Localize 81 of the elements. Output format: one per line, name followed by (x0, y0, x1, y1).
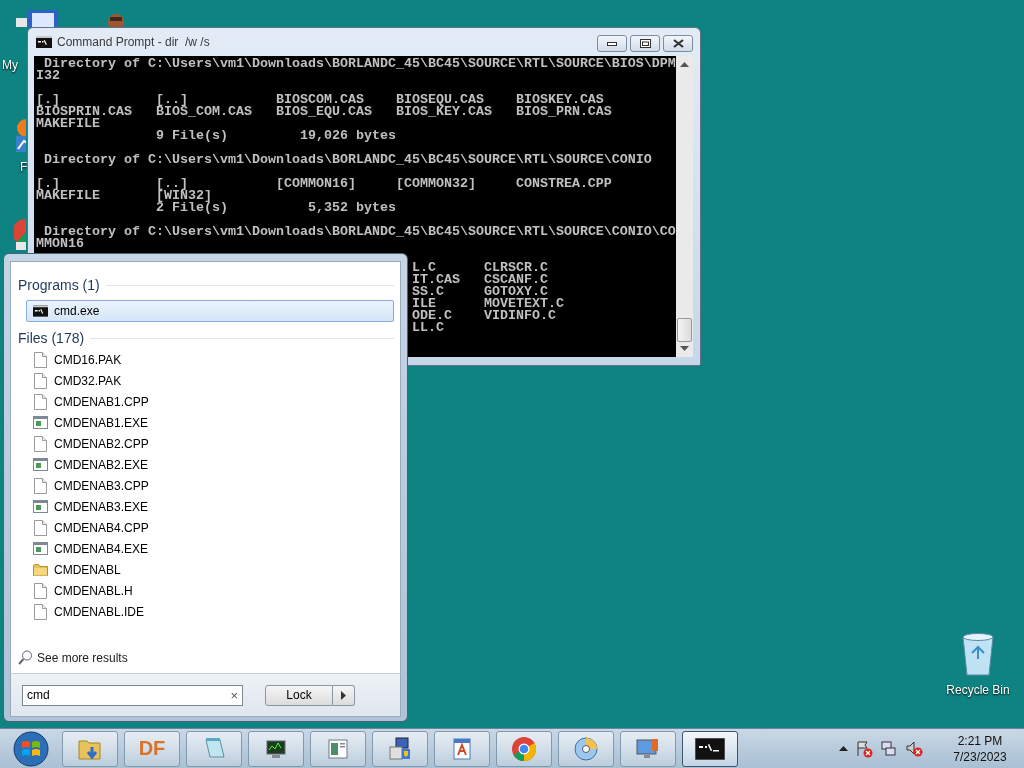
console-text: LL.C (411, 320, 444, 335)
console-text: ODE.C VIDINFO.C (411, 308, 556, 323)
computer-icon[interactable] (14, 8, 60, 27)
console-text: Directory of C:\Users\vm1\Downloads\BORLANDC_45\BC45\SOURCE\RTL\SOURCE\CONIO\CO (44, 224, 676, 239)
search-icon (18, 650, 32, 665)
maximize-button[interactable] (630, 35, 660, 52)
program-window-icon (33, 458, 48, 471)
program-window-icon (33, 416, 48, 429)
icon-label[interactable]: Recycle Bin (946, 683, 1010, 697)
show-hidden-icon[interactable] (839, 746, 848, 751)
console-text: ILE MOVETEXT.C (411, 296, 564, 311)
document-icon (33, 477, 48, 494)
browser-icon[interactable] (14, 218, 26, 250)
result-item[interactable]: cmd.exe (26, 300, 394, 322)
result-item[interactable]: CMDENAB4.EXE (26, 538, 394, 559)
document-icon (33, 372, 48, 389)
result-item[interactable]: CMDENAB4.CPP (26, 517, 394, 538)
document-icon (33, 351, 48, 368)
document-icon (33, 603, 48, 620)
console-text: [.] [..] BIOSCOM.CAS BIOSEQU.CAS BIOSKEY.CAS (36, 92, 604, 107)
group-heading: Programs (1) (18, 277, 100, 293)
scroll-up-icon[interactable] (680, 62, 689, 67)
window-title: Command Prompt - dir /w /s (57, 35, 211, 49)
taskbar-button[interactable] (682, 730, 738, 767)
document-icon (33, 582, 48, 599)
minimize-button[interactable] (597, 35, 627, 52)
console-text: SS.C GOTOXY.C (411, 284, 548, 299)
muted-speaker-icon[interactable] (905, 739, 923, 758)
close-icon (672, 39, 684, 48)
result-item[interactable]: CMDENABL.IDE (26, 601, 394, 622)
console-text: I32 (36, 68, 60, 83)
see-more-link[interactable]: See more results (37, 650, 128, 665)
clock-date[interactable]: 7/23/2023 (953, 748, 1007, 765)
console-text: MMON16 (36, 236, 84, 251)
result-item[interactable]: CMDENAB2.EXE (26, 454, 394, 475)
result-item[interactable]: CMDENAB3.EXE (26, 496, 394, 517)
search-field[interactable]: cmd × (22, 684, 243, 706)
options-button[interactable] (333, 684, 355, 706)
browser-icon (510, 734, 538, 763)
close-button[interactable] (663, 35, 693, 52)
console-icon (36, 36, 52, 48)
console-icon (695, 737, 725, 760)
taskbar-button[interactable] (248, 730, 304, 767)
start-orb-icon (13, 730, 49, 767)
program-window-icon (33, 500, 48, 513)
network-icon[interactable] (880, 739, 898, 758)
maximize-icon (639, 39, 651, 48)
console-text: 9 File(s) 19,026 bytes (156, 128, 396, 143)
result-item[interactable]: CMDENAB2.CPP (26, 433, 394, 454)
group-heading: Files (178) (18, 330, 85, 346)
document-icon (33, 435, 48, 452)
console-text: IT.CAS CSCANF.C (411, 272, 548, 287)
result-item[interactable]: CMDENAB1.CPP (26, 391, 394, 412)
caret-icon (341, 690, 346, 700)
console-text: Directory of C:\Users\vm1\Downloads\BORLANDC_45\BC45\SOURCE\RTL\SOURCE\BIOS\DPM (44, 56, 676, 71)
result-item[interactable]: CMDENABL (26, 559, 394, 580)
clock-time[interactable]: 2:21 PM (957, 732, 1003, 749)
scrollbar[interactable] (676, 56, 693, 357)
disc-icon (572, 734, 600, 763)
result-item[interactable]: CMDENAB1.EXE (26, 412, 394, 433)
minimize-icon (607, 41, 617, 46)
result-item[interactable]: CMD16.PAK (26, 349, 394, 370)
console-icon (33, 305, 48, 317)
document-icon (33, 519, 48, 536)
console-text: [.] [..] [COMMON16] [COMMON32] CONSTREA.CPP (36, 176, 612, 191)
console-text: MAKEFILE (36, 116, 100, 131)
result-item[interactable]: CMDENAB3.CPP (26, 475, 394, 496)
console-text: L.C CLRSCR.C (411, 260, 548, 275)
result-item[interactable]: CMD32.PAK (26, 370, 394, 391)
icon-label[interactable]: My (2, 58, 18, 72)
result-item[interactable]: CMDENABL.H (26, 580, 394, 601)
scroll-down-icon[interactable] (680, 346, 689, 351)
folder-icon (33, 563, 48, 576)
icon-label[interactable]: F (20, 160, 28, 174)
lock-button[interactable]: Lock (265, 684, 333, 706)
program-window-icon (33, 542, 48, 555)
console-text: Directory of C:\Users\vm1\Downloads\BORLANDC_45\BC45\SOURCE\RTL\SOURCE\CONIO (44, 152, 652, 167)
clear-button[interactable]: × (230, 687, 238, 703)
scroll-thumb[interactable] (677, 318, 692, 342)
flag-icon[interactable] (855, 739, 873, 758)
document-icon (33, 393, 48, 410)
